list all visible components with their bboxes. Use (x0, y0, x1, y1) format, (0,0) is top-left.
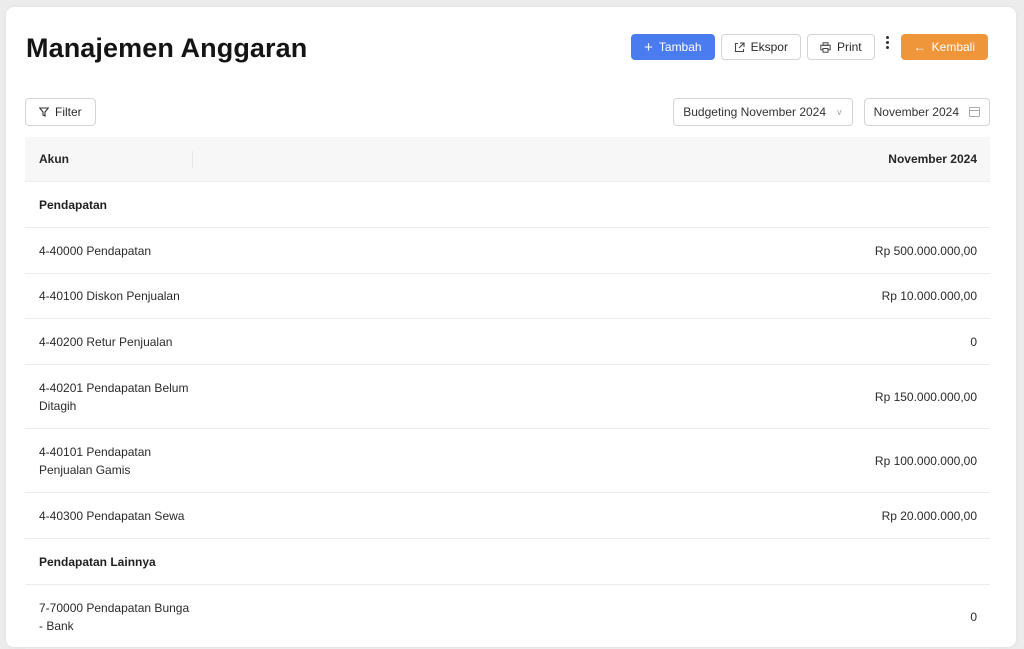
account-cell: 4-40000 Pendapatan (39, 243, 152, 258)
print-button[interactable]: Print (806, 34, 875, 60)
table-row-group: Pendapatan Lainnya (25, 539, 990, 585)
account-cell: 4-40100 Diskon Penjualan (39, 289, 180, 303)
more-options-icon[interactable] (883, 34, 893, 60)
value-cell: Rp 150.000.000,00 (874, 389, 977, 404)
arrow-left-icon: ← (913, 40, 926, 54)
table-row[interactable]: 4-40101 Pendapatan Penjualan Gamis Rp 10… (25, 429, 990, 493)
table-row-group: Pendapatan (25, 182, 990, 228)
table-row[interactable]: 4-40300 Pendapatan Sewa Rp 20.000.000,00 (25, 493, 990, 539)
plus-icon: + (644, 38, 653, 56)
value-cell: Rp 10.000.000,00 (881, 289, 977, 303)
external-link-icon (734, 41, 745, 52)
value-cell: Rp 100.000.000,00 (874, 453, 977, 468)
add-button[interactable]: + Tambah (631, 34, 715, 60)
value-cell: 0 (970, 334, 977, 349)
back-button-label: Kembali (931, 40, 975, 54)
table-row[interactable]: 4-40100 Diskon Penjualan Rp 10.000.000,0… (25, 274, 990, 319)
export-button-label: Ekspor (750, 40, 788, 54)
period-date-picker[interactable]: November 2024 (863, 98, 990, 126)
value-cell: Rp 20.000.000,00 (881, 508, 977, 523)
filter-button[interactable]: Filter (25, 98, 96, 126)
account-cell: Pendapatan Lainnya (39, 554, 156, 569)
table-row[interactable]: 4-40201 Pendapatan Belum Ditagih Rp 150.… (25, 365, 990, 429)
account-cell: 4-40201 Pendapatan Belum Ditagih (39, 380, 189, 413)
print-button-label: Print (836, 40, 862, 54)
account-cell: 4-40200 Retur Penjualan (39, 334, 173, 349)
export-button[interactable]: Ekspor (720, 34, 801, 60)
value-cell: 0 (970, 609, 977, 624)
table-row[interactable]: 4-40200 Retur Penjualan 0 (25, 319, 990, 365)
account-cell: Pendapatan (39, 197, 108, 212)
budget-table: Akun November 2024 Pendapatan 4-40000 Pe… (25, 137, 990, 649)
column-header-month: November 2024 (888, 152, 977, 166)
account-cell: 7-70000 Pendapatan Bunga - Bank (39, 600, 190, 633)
period-date-value: November 2024 (873, 105, 959, 119)
value-cell: Rp 500.000.000,00 (874, 243, 977, 258)
column-header-account: Akun (25, 150, 193, 168)
table-row[interactable]: 7-70000 Pendapatan Bunga - Bank 0 (25, 585, 990, 649)
budget-select[interactable]: Budgeting November 2024 ∨ (673, 98, 853, 126)
account-cell: 4-40300 Pendapatan Sewa (39, 508, 185, 523)
table-header: Akun November 2024 (25, 137, 990, 182)
calendar-icon (969, 107, 980, 117)
printer-icon (820, 41, 831, 53)
budget-select-value: Budgeting November 2024 (683, 105, 827, 119)
account-cell: 4-40101 Pendapatan Penjualan Gamis (39, 444, 152, 477)
toolbar-selectors: Budgeting November 2024 ∨ November 2024 (673, 98, 990, 126)
table-row[interactable]: 4-40000 Pendapatan Rp 500.000.000,00 (25, 228, 990, 274)
header-actions: + Tambah Ekspor Print ← Kembali (631, 34, 988, 60)
funnel-icon (39, 107, 49, 117)
add-button-label: Tambah (658, 40, 702, 54)
page-card: Manajemen Anggaran + Tambah Ekspor Print… (6, 7, 1016, 649)
page-title: Manajemen Anggaran (26, 33, 308, 63)
filter-button-label: Filter (55, 105, 82, 119)
chevron-down-icon: ∨ (836, 106, 843, 117)
back-button[interactable]: ← Kembali (900, 34, 988, 60)
